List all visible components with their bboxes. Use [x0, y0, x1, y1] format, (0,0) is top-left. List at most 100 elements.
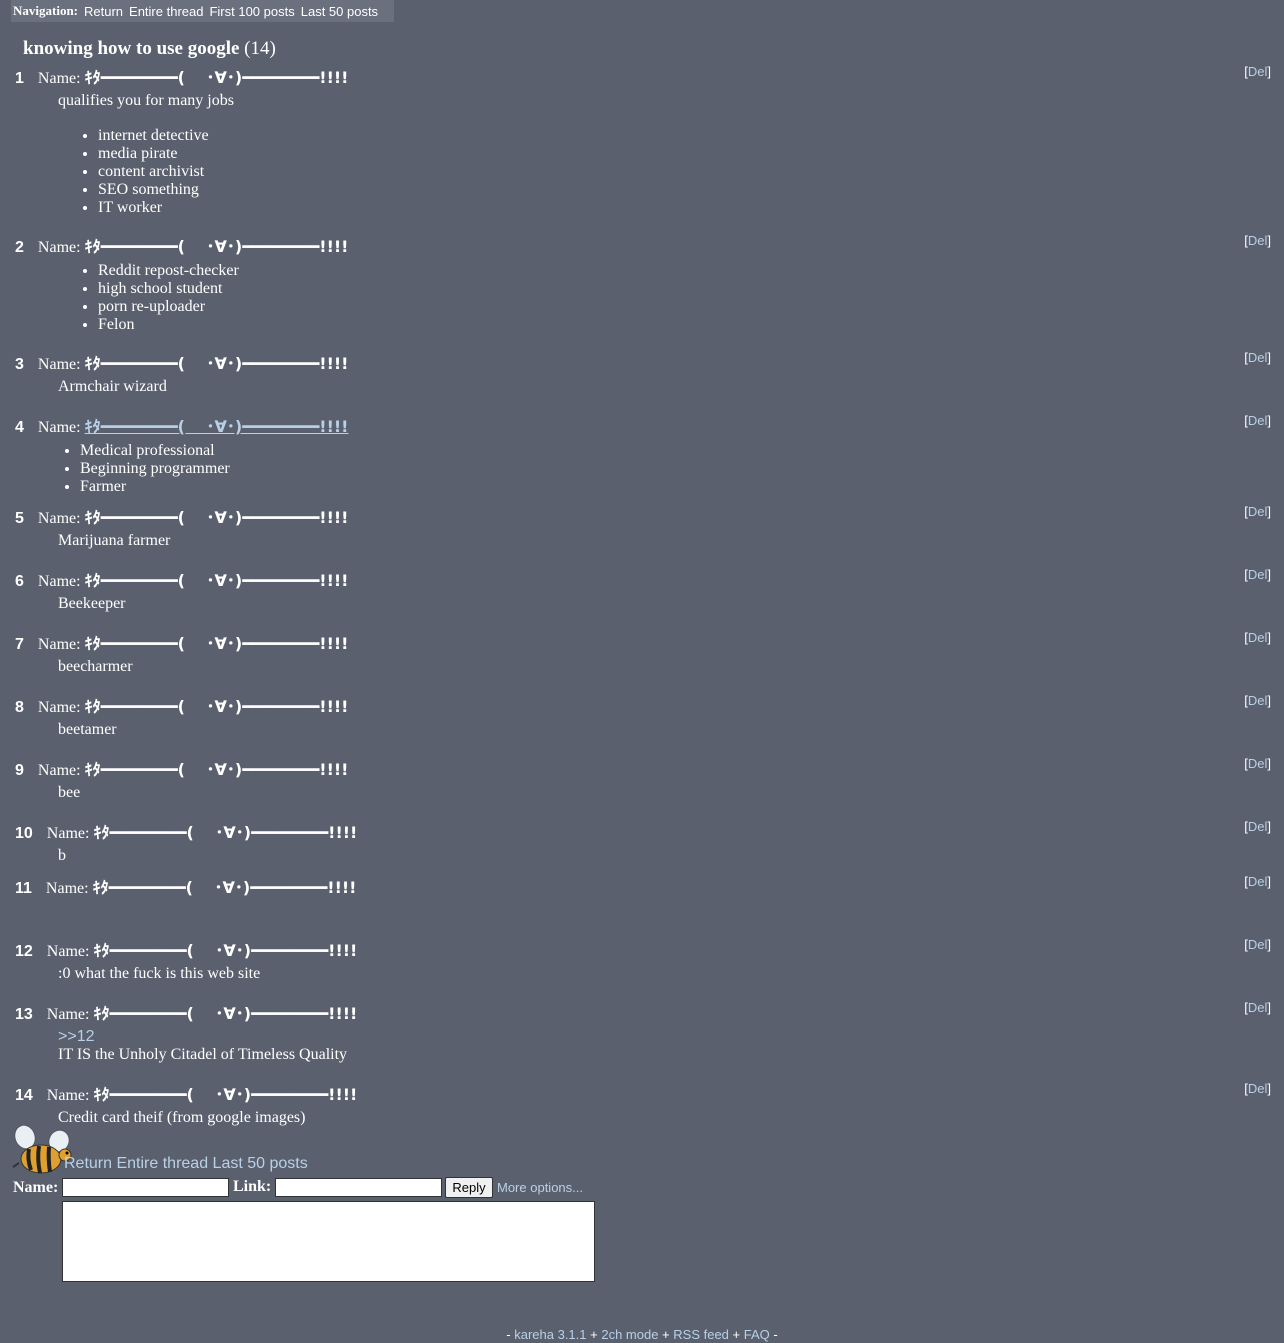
poster-name: ｷﾀ━━━━━━━━( ･∀･)━━━━━━━━!!!! [84, 354, 349, 373]
delete-control: [Del] [1244, 1000, 1271, 1015]
bottom-entire-thread-link[interactable]: Entire thread [116, 1155, 208, 1172]
reply-button[interactable]: Reply [445, 1177, 493, 1198]
name-label: Name: [46, 825, 90, 842]
post-text: qualifies you for many jobs [58, 92, 234, 109]
post-number[interactable]: 14 [15, 1087, 33, 1105]
comment-textarea[interactable] [62, 1201, 595, 1282]
delete-control: [Del] [1244, 413, 1271, 428]
quote-link[interactable]: >>12 [58, 1028, 94, 1046]
post-header: 4 Name: ｷﾀ━━━━━━━━( ･∀･)━━━━━━━━!!!! [15, 413, 349, 437]
thread-post-count: (14) [244, 38, 276, 59]
post-header: 8 Name: ｷﾀ━━━━━━━━( ･∀･)━━━━━━━━!!!! [15, 693, 348, 717]
post-number[interactable]: 2 [15, 239, 24, 257]
bottom-last-50-link[interactable]: Last 50 posts [213, 1155, 308, 1172]
bottom-return-link[interactable]: Return [64, 1155, 112, 1172]
nav-first-100-link[interactable]: First 100 posts [209, 4, 294, 19]
delete-link[interactable]: Del [1248, 413, 1268, 428]
post-number[interactable]: 1 [15, 70, 24, 88]
post-text: bee [58, 784, 81, 801]
delete-link[interactable]: Del [1248, 693, 1268, 708]
poster-name: ｷﾀ━━━━━━━━( ･∀･)━━━━━━━━!!!! [93, 941, 358, 960]
delete-link[interactable]: Del [1248, 1081, 1268, 1096]
delete-link[interactable]: Del [1248, 630, 1268, 645]
poster-name: ｷﾀ━━━━━━━━( ･∀･)━━━━━━━━!!!! [84, 634, 349, 653]
post-number[interactable]: 8 [15, 699, 24, 717]
post-header: 3 Name: ｷﾀ━━━━━━━━( ･∀･)━━━━━━━━!!!! [15, 350, 349, 374]
name-input[interactable] [62, 1178, 229, 1197]
footer-rss-link[interactable]: RSS feed [673, 1327, 729, 1342]
link-input[interactable] [275, 1178, 442, 1197]
name-label: Name: [37, 356, 81, 373]
delete-link[interactable]: Del [1248, 937, 1268, 952]
post-list: Medical professional Beginning programme… [40, 442, 230, 496]
poster-name: ｷﾀ━━━━━━━━( ･∀･)━━━━━━━━!!!! [84, 237, 349, 256]
post-list: Reddit repost-checker high school studen… [58, 262, 239, 334]
post-header: 2 Name: ｷﾀ━━━━━━━━( ･∀･)━━━━━━━━!!!! [15, 233, 349, 257]
poster-name: ｷﾀ━━━━━━━━( ･∀･)━━━━━━━━!!!! [93, 823, 358, 842]
footer-kareha-link[interactable]: kareha 3.1.1 [514, 1327, 586, 1342]
post-number[interactable]: 5 [15, 510, 24, 528]
post-number[interactable]: 10 [15, 825, 33, 843]
post-number[interactable]: 13 [15, 1006, 33, 1024]
delete-link[interactable]: Del [1248, 1000, 1268, 1015]
poster-name: ｷﾀ━━━━━━━━( ･∀･)━━━━━━━━!!!! [92, 878, 357, 897]
post-number[interactable]: 6 [15, 573, 24, 591]
post-text: Armchair wizard [58, 378, 167, 395]
delete-link[interactable]: Del [1248, 819, 1268, 834]
name-label: Name: [37, 239, 81, 256]
delete-link[interactable]: Del [1248, 567, 1268, 582]
list-item: Farmer [80, 478, 230, 496]
list-item: content archivist [98, 163, 209, 181]
list-item: internet detective [98, 127, 209, 145]
delete-link[interactable]: Del [1248, 504, 1268, 519]
footer: - kareha 3.1.1 + 2ch mode + RSS feed + F… [506, 1327, 778, 1342]
more-options-link[interactable]: More options... [497, 1180, 583, 1195]
post-header: 7 Name: ｷﾀ━━━━━━━━( ･∀･)━━━━━━━━!!!! [15, 630, 349, 654]
post-text: Marijuana farmer [58, 532, 171, 549]
poster-name-link[interactable]: ｷﾀ━━━━━━━━( ･∀･)━━━━━━━━!!!! [85, 417, 349, 436]
name-label: Name: [46, 1087, 90, 1104]
post-header: 6 Name: ｷﾀ━━━━━━━━( ･∀･)━━━━━━━━!!!! [15, 567, 349, 591]
name-label: Name: [46, 1006, 90, 1023]
poster-name: ｷﾀ━━━━━━━━( ･∀･)━━━━━━━━!!!! [84, 760, 349, 779]
poster-name: ｷﾀ━━━━━━━━( ･∀･)━━━━━━━━!!!! [84, 508, 349, 527]
nav-entire-thread-link[interactable]: Entire thread [129, 4, 203, 19]
post-number[interactable]: 11 [15, 880, 32, 898]
poster-name: ｷﾀ━━━━━━━━( ･∀･)━━━━━━━━!!!! [93, 1085, 358, 1104]
post-header: 14 Name: ｷﾀ━━━━━━━━( ･∀･)━━━━━━━━!!!! [15, 1081, 358, 1105]
name-label: Name: [46, 943, 90, 960]
poster-name: ｷﾀ━━━━━━━━( ･∀･)━━━━━━━━!!!! [93, 1004, 358, 1023]
link-field-label: Link: [233, 1178, 272, 1195]
delete-control: [Del] [1244, 874, 1271, 889]
post-header: 1 Name: ｷﾀ━━━━━━━━( ･∀･)━━━━━━━━!!!! [15, 64, 349, 88]
post-number[interactable]: 12 [15, 943, 33, 961]
delete-control: [Del] [1244, 350, 1271, 365]
delete-link[interactable]: Del [1248, 233, 1268, 248]
nav-return-link[interactable]: Return [84, 4, 123, 19]
post-text: beetamer [58, 721, 117, 738]
list-item: Beginning programmer [80, 460, 230, 478]
post-header: 11 Name: ｷﾀ━━━━━━━━( ･∀･)━━━━━━━━!!!! [15, 874, 357, 898]
delete-link[interactable]: Del [1248, 756, 1268, 771]
post-text: Beekeeper [58, 595, 126, 612]
post-list: internet detective media pirate content … [58, 127, 209, 217]
poster-name: ｷﾀ━━━━━━━━( ･∀･)━━━━━━━━!!!! [84, 68, 349, 87]
post-text: b [58, 847, 66, 864]
post-header: 12 Name: ｷﾀ━━━━━━━━( ･∀･)━━━━━━━━!!!! [15, 937, 358, 961]
post-header: 10 Name: ｷﾀ━━━━━━━━( ･∀･)━━━━━━━━!!!! [15, 819, 358, 843]
post-number[interactable]: 9 [15, 762, 24, 780]
post-number[interactable]: 4 [15, 419, 24, 437]
poster-name: ｷﾀ━━━━━━━━( ･∀･)━━━━━━━━!!!! [84, 571, 349, 590]
delete-link[interactable]: Del [1248, 350, 1268, 365]
post-number[interactable]: 7 [15, 636, 24, 654]
footer-2ch-mode-link[interactable]: 2ch mode [601, 1327, 658, 1342]
delete-control: [Del] [1244, 693, 1271, 708]
delete-link[interactable]: Del [1248, 64, 1268, 79]
list-item: high school student [98, 280, 239, 298]
list-item: media pirate [98, 145, 209, 163]
footer-faq-link[interactable]: FAQ [744, 1327, 770, 1342]
delete-link[interactable]: Del [1248, 874, 1268, 889]
delete-control: [Del] [1244, 504, 1271, 519]
post-number[interactable]: 3 [15, 356, 24, 374]
nav-last-50-link[interactable]: Last 50 posts [301, 4, 378, 19]
